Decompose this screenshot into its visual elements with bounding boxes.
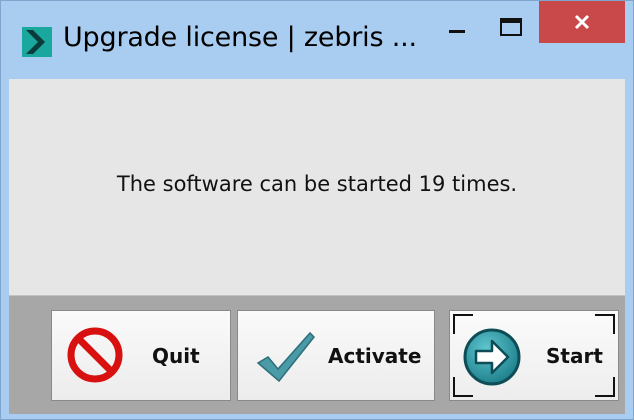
license-message: The software can be started 19 times. <box>116 172 518 196</box>
arrow-right-circle-icon <box>463 328 521 386</box>
window-title: Upgrade license | zebris ... <box>63 22 417 53</box>
dialog-window: Upgrade license | zebris ... The softwar… <box>0 0 634 420</box>
focus-corner-top-right <box>595 314 615 334</box>
checkmark-icon <box>256 331 316 383</box>
minimize-icon <box>449 30 465 33</box>
zebris-app-icon <box>22 27 52 57</box>
button-bar: Quit Activate Start <box>9 295 625 414</box>
close-button[interactable] <box>539 1 625 43</box>
message-panel: The software can be started 19 times. <box>9 79 625 295</box>
maximize-button[interactable] <box>487 1 535 53</box>
start-label: Start <box>546 344 603 368</box>
quit-label: Quit <box>152 344 200 368</box>
maximize-icon <box>500 18 522 36</box>
quit-button[interactable]: Quit <box>51 310 231 401</box>
no-entry-icon <box>67 327 123 383</box>
start-button[interactable]: Start <box>449 310 619 401</box>
close-icon <box>574 14 590 30</box>
focus-corner-bottom-right <box>595 377 615 397</box>
title-bar[interactable]: Upgrade license | zebris ... <box>1 1 633 79</box>
minimize-button[interactable] <box>435 1 479 53</box>
activate-label: Activate <box>328 344 422 368</box>
activate-button[interactable]: Activate <box>237 310 435 401</box>
